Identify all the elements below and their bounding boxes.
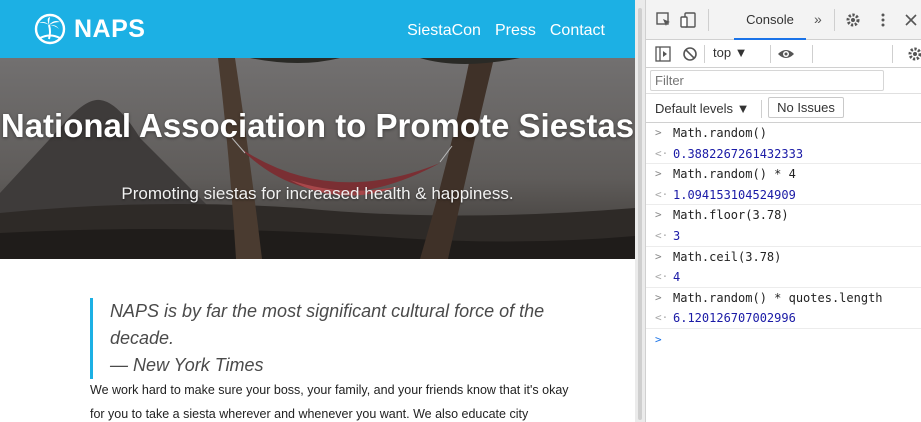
site-header: NAPS SiestaCon Press Contact [0,0,635,58]
console-output[interactable]: > Math.random() <· 0.3882267261432333 > Mat… [646,123,921,351]
panel-resize-handle[interactable] [635,0,645,422]
result-arrow-icon: <· [655,146,669,160]
console-result-line[interactable]: <· 1.094153104524909 [646,185,921,206]
tabbar-separator [708,9,709,31]
result-arrow-icon: <· [655,311,669,325]
settings-icon[interactable] [844,11,862,29]
prompt-chevron-icon: > [655,332,662,346]
clear-console-icon[interactable] [682,46,698,62]
hero-title: National Association to Promote Siestas [0,107,635,144]
hero-subtitle: Promoting siestas for increased health &… [121,184,514,203]
levels-separator [761,100,762,118]
issues-button[interactable]: No Issues [768,97,844,118]
quote-attribution: — New York Times [110,355,264,375]
devtools-tabbar: Console » [646,0,921,40]
result-arrow-icon: <· [655,270,669,284]
device-toggle-icon[interactable] [680,11,698,29]
sidebar-toggle-icon[interactable] [655,46,671,62]
hero-hammock-photo [0,58,635,259]
resize-grip[interactable] [638,8,642,420]
result-arrow-icon: <· [655,228,669,242]
console-input-text: Math.random() * 4 [673,167,796,182]
input-prompt-icon: > [655,208,662,222]
console-result-line[interactable]: <· 4 [646,267,921,288]
intro-paragraph: We work hard to make sure your boss, you… [90,383,569,421]
nav-link-press[interactable]: Press [495,22,536,40]
hero-banner: National Association to Promote Siestas … [0,58,635,259]
log-levels-dropdown[interactable]: Default levels ▼ [655,101,750,116]
console-result-text: 1.094153104524909 [673,187,796,202]
toolbar-separator [892,45,893,63]
input-prompt-icon: > [655,290,662,304]
console-input-text: Math.floor(3.78) [673,208,789,223]
levels-row: Default levels ▼ No Issues [646,94,921,123]
console-result-line[interactable]: <· 3 [646,226,921,247]
console-result-text: 6.120126707002996 [673,311,796,326]
console-input-text: Math.ceil(3.78) [673,249,782,264]
console-result-text: 3 [673,228,681,243]
filter-row [646,68,921,94]
input-prompt-icon: > [655,126,662,139]
inspect-icon[interactable] [655,11,673,29]
brand-name: NAPS [74,14,146,43]
tabbar-separator [834,9,835,31]
console-result-line[interactable]: <· 0.3882267261432333 [646,144,921,165]
console-input-line[interactable]: > Math.random() * quotes.length [646,288,921,309]
result-arrow-icon: <· [655,187,669,201]
nav-link-siestacon[interactable]: SiestaCon [407,22,481,40]
close-icon[interactable] [902,11,920,29]
more-menu-icon[interactable] [874,11,892,29]
console-result-text: 4 [673,270,681,285]
console-input-line[interactable]: > Math.random() * 4 [646,164,921,185]
more-tabs-button[interactable]: » [814,11,822,27]
console-input-line[interactable]: > Math.ceil(3.78) [646,247,921,268]
console-toolbar: top ▼ [646,40,921,68]
website-viewport: NAPS SiestaCon Press Contact National As… [0,0,635,422]
devtools-panel: Console » top ▼ Filter Default levels ▼ … [645,0,921,422]
input-prompt-icon: > [655,249,662,263]
console-input-line[interactable]: > Math.floor(3.78) [646,205,921,226]
site-logo[interactable]: NAPS [34,13,145,45]
console-filter-input[interactable] [650,70,884,91]
console-result-text: 0.3882267261432333 [673,146,804,161]
console-input-line[interactable]: > Math.random() [646,123,921,144]
eye-icon[interactable] [777,46,795,62]
console-settings-icon[interactable] [906,45,921,63]
toolbar-separator [704,45,705,63]
context-selector[interactable]: top ▼ [713,45,748,60]
toolbar-separator [770,45,771,63]
input-prompt-icon: > [655,167,662,181]
press-quote: NAPS is by far the most significant cult… [90,298,570,379]
tab-console[interactable]: Console [734,0,806,40]
nav-link-contact[interactable]: Contact [550,22,605,40]
console-result-line[interactable]: <· 6.120126707002996 [646,308,921,329]
main-nav: SiestaCon Press Contact [407,22,605,40]
console-prompt[interactable]: > [646,329,921,351]
quote-text: NAPS is by far the most significant cult… [110,301,545,348]
toolbar-separator [812,45,813,63]
console-input-text: Math.random() [673,126,767,140]
palm-tree-icon [34,13,66,45]
console-input-text: Math.random() * quotes.length [673,290,883,305]
